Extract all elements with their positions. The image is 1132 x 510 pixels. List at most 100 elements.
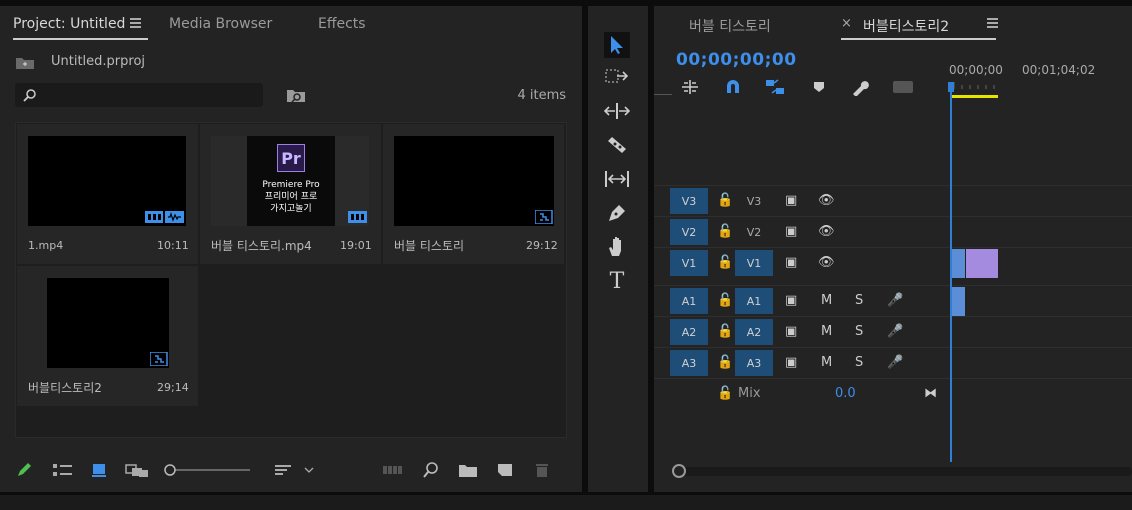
ripple-edit-icon: [604, 103, 630, 119]
microphone-icon[interactable]: 🎤: [887, 324, 903, 339]
work-area-bar[interactable]: [950, 95, 998, 98]
target-track-v1[interactable]: V1: [735, 250, 773, 276]
find-bin-icon[interactable]: [286, 87, 306, 103]
media-item-bubble-sequence[interactable]: 버블 티스토리 29:12: [383, 124, 564, 264]
pencil-icon[interactable]: [16, 462, 34, 478]
panel-menu-icon[interactable]: [130, 18, 141, 28]
video-clip-1[interactable]: [951, 249, 965, 278]
ripple-edit-tool[interactable]: [604, 98, 630, 124]
sync-lock-icon[interactable]: ▣: [785, 324, 797, 339]
close-tab-icon[interactable]: ×: [841, 16, 852, 31]
lock-icon[interactable]: 🔓: [717, 255, 733, 270]
tab-media-browser[interactable]: Media Browser: [169, 16, 272, 32]
source-patch-a1[interactable]: A1: [670, 288, 708, 314]
media-thumbnail: Pr Premiere Pro 프리미어 프로 가지고놀기: [211, 136, 369, 226]
add-marker-icon[interactable]: [812, 78, 826, 96]
lock-icon[interactable]: 🔓: [717, 293, 733, 308]
pen-tool[interactable]: [604, 200, 630, 226]
tab-sequence-bubble2[interactable]: 버블티스토리2: [863, 16, 949, 36]
target-track-a1[interactable]: A1: [735, 288, 773, 314]
media-item-bubble2-sequence[interactable]: 버블티스토리2 29;14: [17, 266, 198, 406]
solo-button[interactable]: S: [855, 355, 863, 370]
microphone-icon[interactable]: 🎤: [887, 293, 903, 308]
solo-button[interactable]: S: [855, 324, 863, 339]
thumbnail-frame: Pr Premiere Pro 프리미어 프로 가지고놀기: [247, 136, 335, 226]
target-track-a3[interactable]: A3: [735, 350, 773, 376]
target-track-a2[interactable]: A2: [735, 319, 773, 345]
source-patch-a2[interactable]: A2: [670, 319, 708, 345]
eye-icon[interactable]: 👁: [818, 224, 835, 239]
sync-lock-icon[interactable]: ▣: [785, 255, 797, 270]
active-tab-indicator: [13, 38, 148, 40]
trash-icon[interactable]: [534, 462, 550, 478]
freeform-view-icon[interactable]: [125, 462, 149, 478]
tab-sequence-bubble[interactable]: 버블 티스토리: [689, 16, 771, 36]
slip-tool[interactable]: [604, 166, 630, 192]
media-item-duration: 10:11: [157, 239, 189, 252]
sort-icons-icon[interactable]: [274, 462, 318, 478]
wrench-icon[interactable]: [850, 78, 870, 96]
automate-to-sequence-icon[interactable]: [382, 462, 404, 478]
captions-icon[interactable]: [892, 78, 914, 96]
timeline-zoom-handle[interactable]: [672, 464, 686, 478]
slip-icon: [605, 171, 629, 187]
tab-project[interactable]: Project: Untitled: [13, 16, 125, 32]
thumbnail-line-1: Premiere Pro: [262, 180, 320, 190]
sync-lock-icon[interactable]: ▣: [785, 293, 797, 308]
lock-icon[interactable]: 🔓: [717, 193, 733, 208]
lock-icon[interactable]: 🔓: [717, 386, 733, 401]
media-thumbnail: [394, 136, 554, 226]
target-track-v2[interactable]: V2: [735, 219, 773, 245]
icon-view-icon[interactable]: [91, 462, 107, 478]
mix-volume-value[interactable]: 0.0: [835, 386, 856, 401]
type-tool[interactable]: T: [604, 268, 630, 294]
hand-tool[interactable]: [604, 234, 630, 260]
lock-icon[interactable]: 🔓: [717, 224, 733, 239]
sync-lock-icon[interactable]: ▣: [785, 193, 797, 208]
playhead-line[interactable]: [950, 86, 952, 462]
solo-button[interactable]: S: [855, 293, 863, 308]
selection-tool[interactable]: [604, 32, 630, 58]
list-view-icon[interactable]: [52, 462, 74, 478]
eye-icon[interactable]: 👁: [818, 193, 835, 208]
find-icon[interactable]: [422, 462, 440, 478]
arrow-cursor-icon: [611, 36, 623, 54]
snap-icon[interactable]: [724, 78, 742, 96]
search-input[interactable]: [15, 83, 263, 107]
source-patch-v2[interactable]: V2: [670, 219, 708, 245]
lock-icon[interactable]: 🔓: [717, 355, 733, 370]
time-ruler[interactable]: [950, 80, 1132, 90]
mute-button[interactable]: M: [821, 324, 832, 339]
sync-lock-icon[interactable]: ▣: [785, 224, 797, 239]
zoom-slider[interactable]: [162, 462, 252, 478]
audio-clip-1[interactable]: [951, 287, 965, 316]
mute-button[interactable]: M: [821, 355, 832, 370]
sync-lock-icon[interactable]: ▣: [785, 355, 797, 370]
mute-button[interactable]: M: [821, 293, 832, 308]
eye-icon[interactable]: 👁: [818, 255, 835, 270]
microphone-icon[interactable]: 🎤: [887, 355, 903, 370]
timeline-scrollbar[interactable]: [674, 467, 1132, 476]
media-item-1mp4[interactable]: 1.mp4 10:11: [17, 124, 198, 264]
new-item-icon[interactable]: [496, 462, 514, 478]
linked-selection-icon[interactable]: [764, 78, 786, 96]
video-badge-icon: [348, 211, 367, 223]
track-v2: V2 🔓 V2 ▣ 👁: [654, 216, 1132, 246]
source-patch-a3[interactable]: A3: [670, 350, 708, 376]
playhead-timecode[interactable]: 00;00;00;00: [676, 50, 797, 70]
timeline-menu-icon[interactable]: [987, 18, 998, 28]
tab-effects[interactable]: Effects: [318, 16, 366, 32]
nest-toggle-icon[interactable]: [680, 78, 700, 96]
mix-label: Mix: [738, 386, 761, 401]
master-track-icon[interactable]: ⧓: [924, 386, 937, 401]
source-patch-v1[interactable]: V1: [670, 250, 708, 276]
new-bin-icon[interactable]: [458, 462, 478, 478]
media-item-bubble-mp4[interactable]: Pr Premiere Pro 프리미어 프로 가지고놀기 버블 티스토리.mp…: [200, 124, 381, 264]
media-item-duration: 29;14: [157, 381, 189, 394]
target-track-v3[interactable]: V3: [735, 188, 773, 214]
track-select-tool[interactable]: [604, 64, 630, 90]
razor-tool[interactable]: [604, 132, 630, 158]
source-patch-v3[interactable]: V3: [670, 188, 708, 214]
lock-icon[interactable]: 🔓: [717, 324, 733, 339]
video-clip-2[interactable]: [966, 249, 998, 278]
